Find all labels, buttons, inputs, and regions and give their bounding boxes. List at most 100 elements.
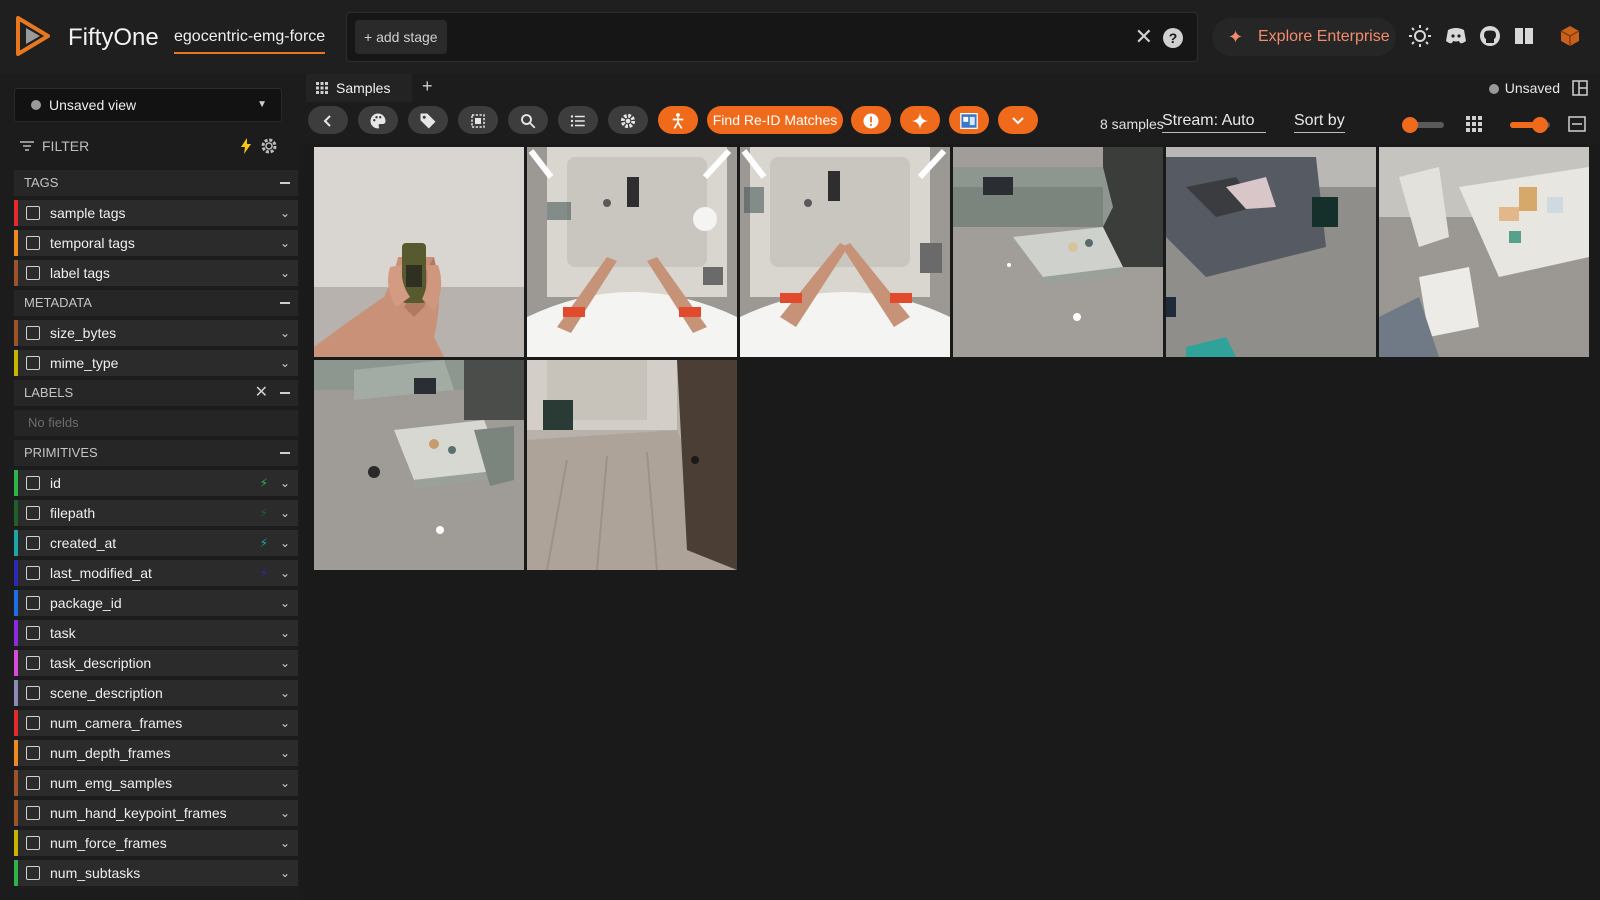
similarity-search-button[interactable] — [508, 106, 548, 134]
chevron-down-icon[interactable]: ⌄ — [280, 530, 290, 556]
add-stage-button[interactable]: + add stage — [355, 20, 447, 54]
group-header[interactable]: TAGS — [14, 170, 298, 196]
help-icon[interactable]: ? — [1163, 28, 1183, 48]
field-checkbox[interactable] — [26, 206, 40, 220]
field-row[interactable]: mime_type ⌄ — [14, 350, 298, 376]
field-row[interactable]: num_hand_keypoint_frames ⌄ — [14, 800, 298, 826]
chevron-down-icon[interactable]: ⌄ — [280, 350, 290, 376]
chevron-down-icon[interactable]: ⌄ — [280, 200, 290, 226]
find-reid-matches-button[interactable]: Find Re-ID Matches — [707, 106, 843, 134]
field-checkbox[interactable] — [26, 536, 40, 550]
zoom-slider-knob[interactable] — [1532, 117, 1548, 133]
back-button[interactable] — [308, 106, 348, 134]
field-row[interactable]: num_camera_frames ⌄ — [14, 710, 298, 736]
user-cube-icon[interactable] — [1558, 24, 1582, 48]
field-row[interactable]: num_depth_frames ⌄ — [14, 740, 298, 766]
field-row[interactable]: task ⌄ — [14, 620, 298, 646]
chevron-down-icon[interactable]: ⌄ — [280, 650, 290, 676]
field-checkbox[interactable] — [26, 236, 40, 250]
field-checkbox[interactable] — [26, 866, 40, 880]
sample-tile[interactable] — [740, 147, 950, 357]
chevron-down-icon[interactable]: ⌄ — [280, 230, 290, 256]
sparkle-operator-button[interactable] — [900, 106, 940, 134]
collapse-icon[interactable] — [280, 302, 290, 304]
github-icon[interactable] — [1478, 24, 1502, 48]
sort-by-selector[interactable]: Sort by — [1294, 112, 1345, 133]
field-checkbox[interactable] — [26, 686, 40, 700]
tag-button[interactable] — [408, 106, 448, 134]
add-panel-icon[interactable]: + — [422, 76, 433, 97]
group-header[interactable]: METADATA — [14, 290, 298, 316]
field-checkbox[interactable] — [26, 836, 40, 850]
field-row[interactable]: last_modified_at ⚡ ⌄ — [14, 560, 298, 586]
field-row[interactable]: size_bytes ⌄ — [14, 320, 298, 346]
field-row[interactable]: num_force_frames ⌄ — [14, 830, 298, 856]
fiftyone-logo-icon[interactable] — [14, 14, 54, 58]
field-checkbox[interactable] — [26, 506, 40, 520]
alert-operator-button[interactable] — [851, 106, 891, 134]
lightning-icon[interactable] — [240, 138, 252, 154]
explore-enterprise-button[interactable]: ✦ Explore Enterprise — [1212, 18, 1396, 56]
sample-tile[interactable] — [953, 147, 1163, 357]
app-operator-button[interactable] — [949, 106, 989, 134]
sample-tile[interactable] — [527, 147, 737, 357]
chevron-down-icon[interactable]: ⌄ — [280, 320, 290, 346]
field-checkbox[interactable] — [26, 356, 40, 370]
chevron-down-icon[interactable]: ⌄ — [280, 560, 290, 586]
grid-view-icon[interactable] — [1466, 116, 1482, 132]
dataset-selector[interactable]: egocentric-emg-force — [174, 28, 326, 54]
chevron-down-icon[interactable]: ⌄ — [280, 740, 290, 766]
field-checkbox[interactable] — [26, 596, 40, 610]
settings-button[interactable] — [608, 106, 648, 134]
view-bar[interactable]: + add stage ✕ ? — [346, 12, 1198, 62]
layout-icon[interactable] — [1572, 80, 1588, 96]
saved-view-selector[interactable]: Unsaved view ▼ — [14, 88, 282, 122]
sample-tile[interactable] — [527, 360, 737, 570]
more-operators-button[interactable] — [998, 106, 1038, 134]
collapse-icon[interactable] — [280, 182, 290, 184]
stream-selector[interactable]: Stream: Auto — [1162, 112, 1266, 133]
chevron-down-icon[interactable]: ⌄ — [280, 620, 290, 646]
clear-filter-icon[interactable]: ✕ — [255, 380, 268, 406]
field-row[interactable]: label tags ⌄ — [14, 260, 298, 286]
grid-zoom-slider[interactable] — [1510, 117, 1550, 133]
fullscreen-icon[interactable] — [1568, 116, 1586, 132]
chevron-down-icon[interactable]: ⌄ — [280, 680, 290, 706]
field-row[interactable]: num_emg_samples ⌄ — [14, 770, 298, 796]
workspace-status[interactable]: Unsaved — [1488, 80, 1560, 96]
field-row[interactable]: package_id ⌄ — [14, 590, 298, 616]
chevron-down-icon[interactable]: ⌄ — [280, 770, 290, 796]
chevron-down-icon[interactable]: ⌄ — [280, 860, 290, 886]
chevron-down-icon[interactable]: ⌄ — [280, 500, 290, 526]
pose-operator-button[interactable] — [658, 106, 698, 134]
sidebar-list-button[interactable] — [558, 106, 598, 134]
collapse-icon[interactable] — [280, 392, 290, 394]
field-row[interactable]: task_description ⌄ — [14, 650, 298, 676]
sample-tile[interactable] — [1379, 147, 1589, 357]
sample-tile[interactable] — [314, 360, 524, 570]
docs-book-icon[interactable] — [1512, 24, 1536, 48]
field-row[interactable]: sample tags ⌄ — [14, 200, 298, 226]
select-button[interactable] — [458, 106, 498, 134]
discord-icon[interactable] — [1444, 24, 1468, 48]
sample-tile[interactable] — [1166, 147, 1376, 357]
field-checkbox[interactable] — [26, 626, 40, 640]
chevron-down-icon[interactable]: ⌄ — [280, 710, 290, 736]
field-row[interactable]: id ⚡ ⌄ — [14, 470, 298, 496]
sample-tile[interactable] — [314, 147, 524, 357]
chevron-down-icon[interactable]: ⌄ — [280, 800, 290, 826]
field-checkbox[interactable] — [26, 656, 40, 670]
field-row[interactable]: temporal tags ⌄ — [14, 230, 298, 256]
chevron-down-icon[interactable]: ⌄ — [280, 830, 290, 856]
field-checkbox[interactable] — [26, 266, 40, 280]
chevron-down-icon[interactable]: ⌄ — [280, 470, 290, 496]
field-row[interactable]: scene_description ⌄ — [14, 680, 298, 706]
field-checkbox[interactable] — [26, 776, 40, 790]
toggle-knob[interactable] — [1402, 117, 1418, 133]
chevron-down-icon[interactable]: ⌄ — [280, 260, 290, 286]
clear-view-icon[interactable]: ✕ — [1135, 26, 1153, 48]
group-header[interactable]: PRIMITIVES — [14, 440, 298, 466]
field-checkbox[interactable] — [26, 746, 40, 760]
light-mode-icon[interactable] — [1408, 24, 1432, 48]
field-checkbox[interactable] — [26, 806, 40, 820]
